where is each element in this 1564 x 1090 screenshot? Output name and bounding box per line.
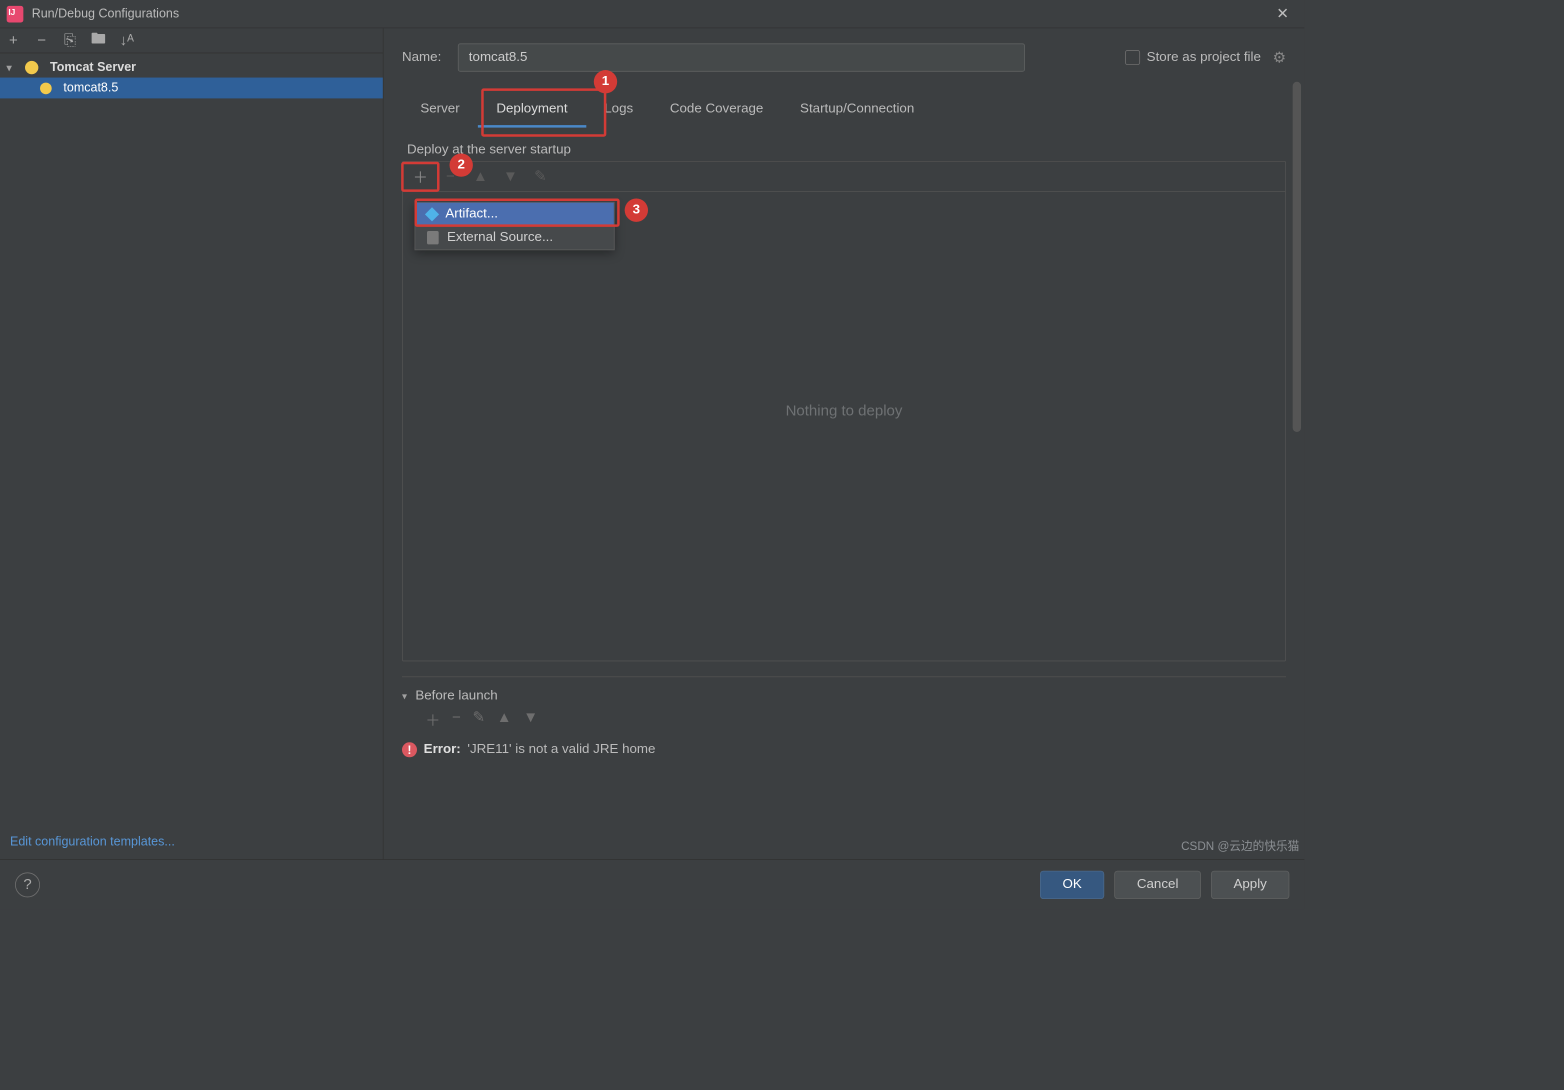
deploy-up-icon: ▲ <box>471 168 489 186</box>
dropdown-artifact-label: Artifact... <box>445 207 498 222</box>
apply-button[interactable]: Apply <box>1211 870 1289 898</box>
tabs: Server Deployment Logs Code Coverage Sta… <box>402 93 1286 127</box>
before-launch-label: Before launch <box>415 689 497 704</box>
tab-code-coverage[interactable]: Code Coverage <box>652 93 782 127</box>
help-button[interactable]: ? <box>15 872 40 897</box>
bl-add-icon[interactable]: ＋ <box>425 709 440 731</box>
tab-logs[interactable]: Logs <box>586 93 652 127</box>
tab-server[interactable]: Server <box>402 93 478 127</box>
deploy-toolbar: ＋ − ▲ ▼ ✎ <box>403 162 1285 192</box>
tree-child-label: tomcat8.5 <box>63 81 118 95</box>
bl-up-icon: ▲ <box>497 709 512 731</box>
tree-node-tomcat-server[interactable]: ▾ Tomcat Server <box>0 57 383 78</box>
config-tree: ▾ Tomcat Server tomcat8.5 <box>0 53 383 824</box>
tab-startup-connection[interactable]: Startup/Connection <box>782 93 933 127</box>
bl-remove-icon: − <box>452 709 461 731</box>
error-label: Error: <box>424 742 461 757</box>
window-title: Run/Debug Configurations <box>32 7 179 21</box>
scrollbar[interactable] <box>1293 82 1301 432</box>
tree-node-tomcat85[interactable]: tomcat8.5 <box>0 78 383 99</box>
sort-config-icon[interactable]: ↓ᴬ <box>118 32 135 49</box>
cancel-button[interactable]: Cancel <box>1114 870 1201 898</box>
deploy-add-dropdown: Artifact... External Source... <box>414 202 614 250</box>
deploy-edit-icon: ✎ <box>531 168 549 186</box>
add-config-icon[interactable]: + <box>5 32 22 49</box>
artifact-icon <box>425 207 439 221</box>
before-launch-toolbar: ＋ − ✎ ▲ ▼ <box>402 704 1286 731</box>
before-launch-section[interactable]: ▾ Before launch <box>402 676 1286 704</box>
right-panel: Name: Store as project file ⚙ Server Dep… <box>384 28 1305 859</box>
deploy-placeholder: Nothing to deploy <box>403 402 1285 420</box>
bl-edit-icon: ✎ <box>472 709 485 731</box>
copy-config-icon[interactable]: ⎘ <box>62 32 79 49</box>
watermark: CSDN @云边的快乐猫 <box>1181 837 1299 854</box>
edit-templates-link[interactable]: Edit configuration templates... <box>0 825 383 859</box>
error-row: ! Error: 'JRE11' is not a valid JRE home <box>402 742 1286 757</box>
left-panel: + − ⎘ 🖿 ↓ᴬ ▾ Tomcat Server tomcat8.5 Edi… <box>0 28 384 859</box>
bl-down-icon: ▼ <box>523 709 538 731</box>
tomcat-icon <box>25 60 38 73</box>
callout-badge-1: 1 <box>594 70 617 93</box>
left-toolbar: + − ⎘ 🖿 ↓ᴬ <box>0 28 383 53</box>
callout-badge-2: 2 <box>450 153 473 176</box>
close-icon[interactable]: ✕ <box>1268 5 1298 23</box>
tree-parent-label: Tomcat Server <box>50 60 136 74</box>
tab-deployment[interactable]: Deployment <box>478 93 586 127</box>
app-icon <box>7 5 24 22</box>
dropdown-external-label: External Source... <box>447 230 553 245</box>
save-config-icon[interactable]: 🖿 <box>90 32 107 49</box>
ok-button[interactable]: OK <box>1040 870 1104 898</box>
titlebar: Run/Debug Configurations ✕ <box>0 0 1304 28</box>
error-message: 'JRE11' is not a valid JRE home <box>467 742 655 757</box>
footer: ? OK Cancel Apply <box>0 859 1304 909</box>
deploy-add-icon[interactable]: ＋ <box>411 166 429 188</box>
tomcat-icon <box>40 82 52 94</box>
dropdown-artifact[interactable]: Artifact... <box>415 203 613 226</box>
gear-icon[interactable]: ⚙ <box>1273 49 1286 67</box>
checkbox-icon[interactable] <box>1125 50 1140 65</box>
deploy-box: ＋ − ▲ ▼ ✎ 2 Artifact... External Source.… <box>402 161 1286 661</box>
dropdown-external-source[interactable]: External Source... <box>415 226 613 249</box>
chevron-down-icon: ▾ <box>402 691 407 703</box>
store-as-project-file[interactable]: Store as project file ⚙ <box>1125 49 1286 67</box>
name-label: Name: <box>402 50 441 65</box>
name-input[interactable] <box>458 43 1025 71</box>
callout-badge-3: 3 <box>625 198 648 221</box>
chevron-down-icon: ▾ <box>7 61 19 73</box>
name-row: Name: Store as project file ⚙ <box>402 43 1286 71</box>
error-icon: ! <box>402 742 417 757</box>
remove-config-icon[interactable]: − <box>33 32 50 49</box>
deploy-section-title: Deploy at the server startup <box>407 143 1286 158</box>
deploy-down-icon: ▼ <box>501 168 519 186</box>
external-source-icon <box>427 231 439 244</box>
store-label: Store as project file <box>1147 50 1261 65</box>
